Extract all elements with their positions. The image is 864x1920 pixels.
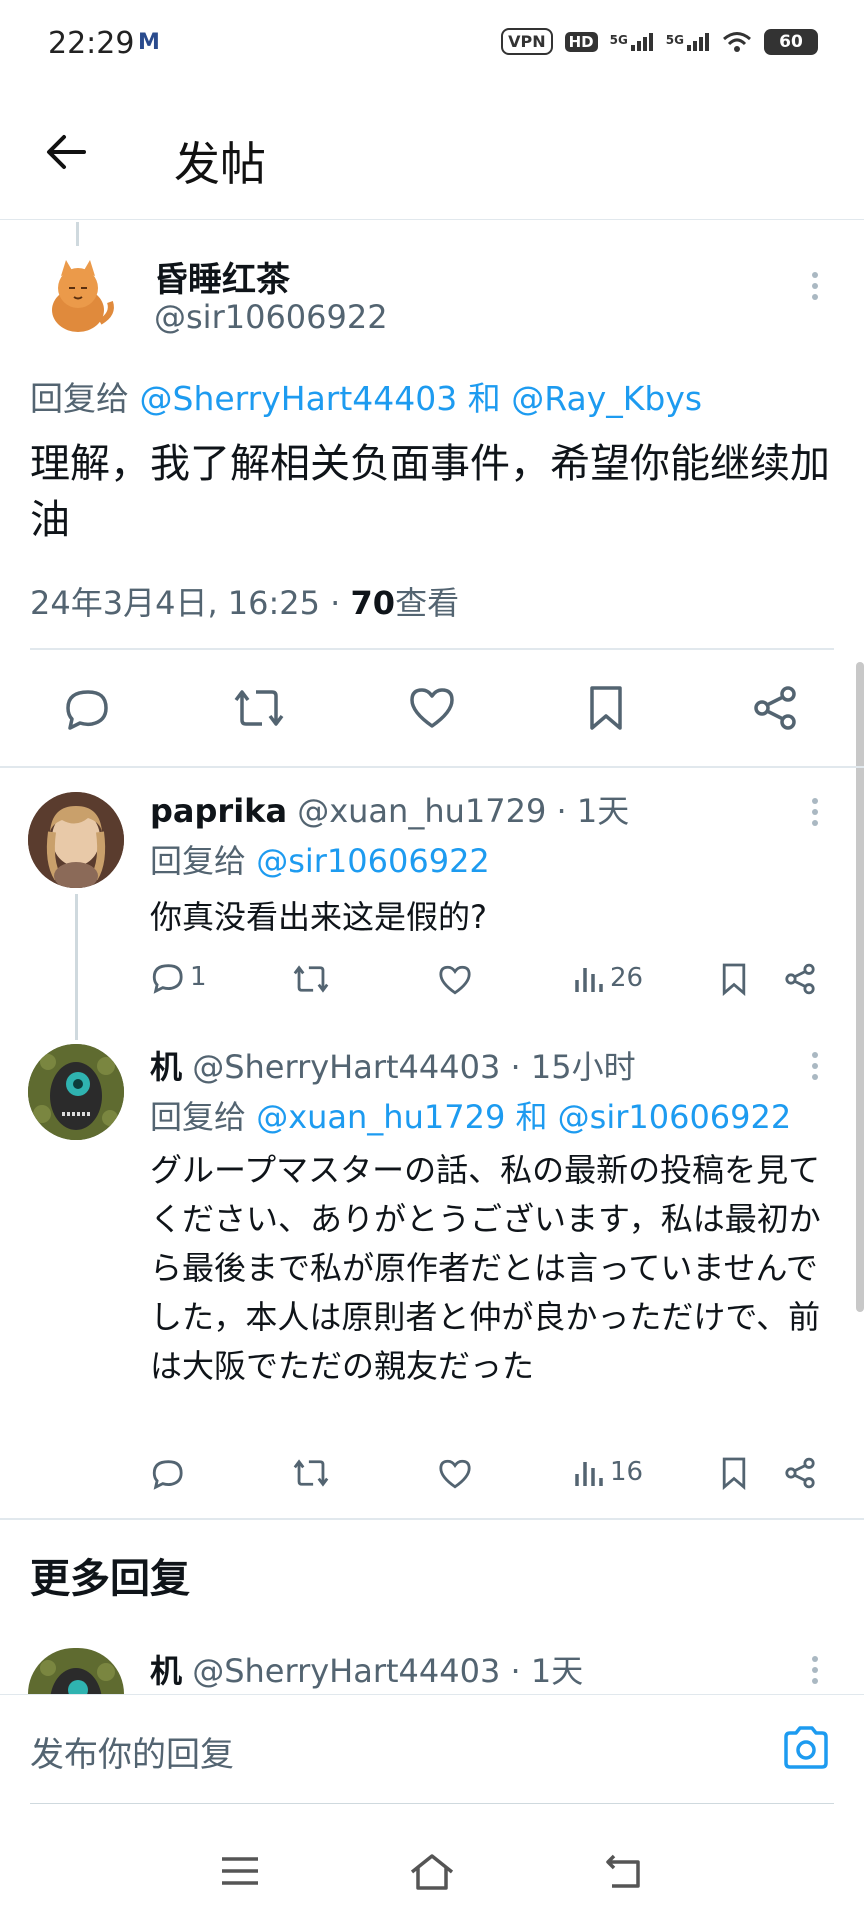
- status-bar: 22:29 M VPN HD 5G 5G 60: [0, 0, 864, 90]
- bookmark-icon[interactable]: [586, 684, 626, 732]
- author-name[interactable]: 昏睡红茶: [154, 252, 290, 301]
- reply-author-name[interactable]: paprika: [150, 792, 287, 830]
- comment-count: 1: [190, 962, 207, 992]
- avatar-paprika[interactable]: [28, 792, 124, 888]
- comment-icon[interactable]: [150, 1456, 184, 1490]
- reply-to-line: 回复给 @SherryHart44403 和 @Ray_Kbys: [30, 372, 702, 420]
- status-icons: VPN HD 5G 5G 60: [501, 28, 818, 55]
- hd-icon: HD: [564, 31, 598, 52]
- more-options-icon[interactable]: [810, 272, 820, 305]
- share-icon[interactable]: [784, 962, 816, 996]
- post-text: 理解，我了解相关负面事件，希望你能继续加油: [30, 441, 830, 543]
- views-icon: [575, 968, 603, 992]
- system-nav-bar: [0, 1804, 864, 1920]
- page-title: 发帖: [174, 137, 266, 191]
- reply-text: 你真没看出来这是假的?: [150, 898, 487, 936]
- divider: [0, 766, 864, 768]
- more-options-icon[interactable]: [810, 798, 820, 831]
- share-icon[interactable]: [784, 1456, 816, 1490]
- retweet-icon[interactable]: [292, 962, 330, 996]
- more-options-icon[interactable]: [810, 1052, 820, 1085]
- scrollbar[interactable]: [856, 662, 864, 1312]
- more-replies-heading: 更多回复: [30, 1556, 190, 1602]
- reply-author-handle[interactable]: @SherryHart44403 · 15小时: [192, 1048, 635, 1086]
- thread-connector: [75, 894, 78, 1040]
- mention-link[interactable]: @xuan_hu1729 和 @sir10606922: [256, 1098, 791, 1136]
- more-options-icon[interactable]: [810, 1656, 820, 1689]
- mention-link[interactable]: @sir10606922: [256, 842, 490, 880]
- divider: [0, 1518, 864, 1520]
- back-arrow-icon[interactable]: [44, 130, 88, 174]
- reply-input[interactable]: 发布你的回复: [30, 1727, 234, 1776]
- battery-icon: 60: [764, 28, 818, 55]
- comment-icon[interactable]: [62, 684, 110, 732]
- home-icon[interactable]: [408, 1852, 456, 1890]
- wifi-icon: [723, 31, 751, 52]
- mention-and: 和: [467, 379, 501, 418]
- reply-to-label: 回复给: [150, 1098, 247, 1136]
- divider: [30, 648, 834, 650]
- mail-icon: M: [138, 30, 160, 55]
- post-meta: 24年3月4日, 16:25 · 70查看: [30, 578, 459, 624]
- reply-to-label: 回复给: [150, 842, 247, 880]
- signal-icon: 5G: [610, 32, 654, 51]
- bookmark-icon[interactable]: [720, 962, 748, 996]
- reply-to-label: 回复给: [30, 379, 129, 418]
- reply-author-name[interactable]: 机: [150, 1048, 182, 1086]
- camera-icon[interactable]: [782, 1725, 830, 1769]
- bookmark-icon[interactable]: [720, 1456, 748, 1490]
- reply-to-line: 回复给 @sir10606922: [150, 836, 490, 882]
- thread-line: [76, 222, 79, 246]
- author-handle[interactable]: @sir10606922: [154, 298, 388, 336]
- reply-header: 机 @SherryHart44403 · 15小时: [150, 1042, 636, 1088]
- avatar-ji[interactable]: [28, 1648, 124, 1694]
- view-count: 70: [350, 584, 396, 622]
- avatar-ji[interactable]: [28, 1044, 124, 1140]
- reply-header: paprika @xuan_hu1729 · 1天: [150, 786, 629, 832]
- reply-author-name[interactable]: 机: [150, 1652, 182, 1690]
- status-time: 22:29: [48, 26, 135, 61]
- signal-icon-2: 5G: [666, 32, 710, 51]
- reply-comment-button[interactable]: 1: [150, 960, 207, 994]
- retweet-icon[interactable]: [232, 684, 286, 732]
- avatar-cat[interactable]: [36, 252, 120, 336]
- view-label: 查看: [395, 584, 460, 622]
- reply-author-handle[interactable]: @SherryHart44403 · 1天: [192, 1652, 583, 1690]
- retweet-icon[interactable]: [292, 1456, 330, 1490]
- share-icon[interactable]: [752, 684, 798, 732]
- comment-icon: [152, 964, 183, 994]
- reply-composer: 发布你的回复: [0, 1694, 864, 1805]
- views-icon: [575, 1462, 603, 1486]
- reply-text: グループマスターの話、私の最新の投稿を見てください、ありがとうございます，私は最…: [150, 1151, 821, 1385]
- back-nav-icon[interactable]: [604, 1852, 644, 1890]
- top-app-bar: 发帖: [0, 90, 864, 220]
- reply-views[interactable]: 16: [574, 1456, 643, 1488]
- mention-link[interactable]: @SherryHart44403: [140, 379, 458, 418]
- reply-views[interactable]: 26: [574, 962, 643, 994]
- reply-to-line: 回复给 @xuan_hu1729 和 @sir10606922: [150, 1092, 791, 1138]
- views-count: 26: [610, 963, 644, 993]
- vpn-icon: VPN: [501, 28, 553, 55]
- like-icon[interactable]: [408, 686, 456, 730]
- views-count: 16: [610, 1457, 644, 1487]
- mention-link-2[interactable]: @Ray_Kbys: [511, 379, 702, 418]
- reply-author-handle[interactable]: @xuan_hu1729 · 1天: [297, 792, 629, 830]
- menu-icon[interactable]: [220, 1856, 260, 1886]
- reply-header: 机 @SherryHart44403 · 1天: [150, 1646, 583, 1692]
- like-icon[interactable]: [438, 1458, 472, 1490]
- like-icon[interactable]: [438, 964, 472, 996]
- post-date: 24年3月4日, 16:25 ·: [30, 584, 341, 622]
